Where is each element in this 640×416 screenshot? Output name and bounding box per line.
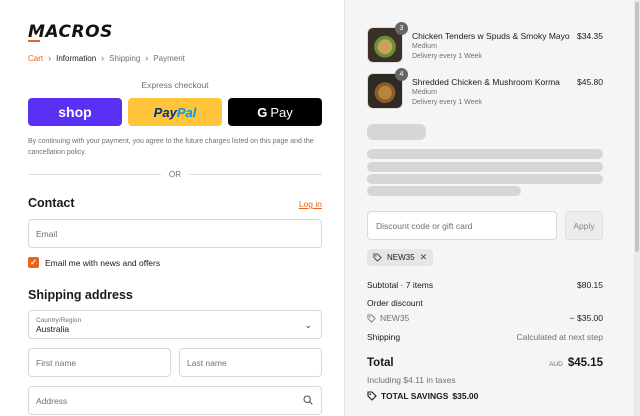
tag-icon	[373, 253, 382, 262]
product-name: Shredded Chicken & Mushroom Korma	[412, 77, 560, 87]
newsletter-checkbox[interactable]: ✓	[28, 257, 39, 268]
remove-discount-icon[interactable]: ✕	[420, 252, 428, 263]
shipping-heading: Shipping address	[28, 288, 133, 302]
contact-heading: Contact	[28, 196, 75, 210]
email-placeholder: Email	[36, 228, 58, 239]
order-discount-label: Order discount	[367, 298, 423, 308]
savings-label: TOTAL SAVINGS	[381, 391, 449, 401]
currency-code: AUD	[549, 361, 563, 368]
google-pay-button[interactable]: G Pay	[228, 98, 322, 126]
subtotal-row: Subtotal · 7 items $80.15	[367, 280, 603, 290]
search-icon	[303, 395, 313, 405]
scrollbar-thumb[interactable]	[635, 2, 639, 252]
total-row: Total AUD $45.15	[367, 357, 603, 369]
logo-accent	[28, 40, 40, 42]
quantity-badge: 4	[395, 68, 408, 81]
chevron-right-icon: ›	[101, 53, 105, 63]
country-label: Country/Region	[36, 316, 82, 324]
country-select[interactable]: Country/Region Australia ⌄	[28, 310, 322, 339]
subtotal-label: Subtotal · 7 items	[367, 280, 434, 290]
loading-placeholder	[367, 174, 603, 184]
order-discount-code-row: NEW35 − $35.00	[367, 313, 603, 323]
chevron-right-icon: ›	[145, 53, 149, 63]
breadcrumb-shipping: Shipping	[109, 53, 141, 63]
google-g-icon: G	[257, 104, 268, 120]
order-discount-code-text: NEW35	[380, 313, 410, 323]
savings-amount: $35.00	[452, 391, 479, 401]
email-field[interactable]: Email	[28, 219, 322, 248]
line-item: 3 Chicken Tenders w Spuds & Smoky Mayo M…	[367, 22, 603, 65]
shipping-row: Shipping Calculated at next step	[367, 332, 603, 342]
tag-icon	[367, 313, 376, 323]
total-amount-group: AUD $45.15	[549, 357, 603, 369]
brand-logo[interactable]: MACROS	[28, 22, 113, 42]
newsletter-option[interactable]: ✓ Email me with news and offers	[28, 257, 160, 268]
product-size: Medium	[412, 43, 437, 50]
breadcrumb-payment: Payment	[153, 53, 185, 63]
paypal-button[interactable]: Pay Pal	[128, 98, 222, 126]
address-field[interactable]: Address	[28, 386, 322, 415]
loading-placeholder	[367, 124, 426, 140]
shop-pay-button[interactable]: shop	[28, 98, 122, 126]
shipping-value: Calculated at next step	[516, 332, 603, 342]
product-delivery: Delivery every 1 Week	[412, 53, 482, 60]
divider-line	[189, 173, 322, 175]
apply-discount-button[interactable]: Apply	[565, 211, 603, 240]
chevron-right-icon: ›	[48, 53, 52, 63]
address-placeholder: Address	[36, 395, 68, 406]
country-value: Australia	[36, 323, 70, 334]
login-link[interactable]: Log in	[299, 199, 322, 209]
or-label: OR	[169, 169, 181, 179]
loading-placeholder	[367, 186, 521, 196]
discount-code: NEW35	[387, 253, 415, 262]
product-price: $34.35	[577, 31, 603, 41]
order-discount-code: NEW35	[367, 313, 409, 323]
checkout-form-panel: MACROS Cart › Information › Shipping › P…	[0, 0, 344, 416]
consent-text: By continuing with your payment, you agr…	[28, 138, 314, 156]
order-discount-row: Order discount	[367, 298, 603, 308]
discount-code-input[interactable]: Discount code or gift card	[367, 211, 557, 240]
total-amount: $45.15	[567, 357, 603, 369]
product-delivery: Delivery every 1 Week	[412, 99, 482, 106]
paypal-label-pal: Pal	[176, 104, 197, 120]
chevron-down-icon: ⌄	[304, 320, 312, 330]
loading-placeholder	[367, 162, 603, 172]
last-name-field[interactable]: Last name	[179, 348, 322, 377]
taxes-row: Including $4.11 in taxes	[367, 375, 603, 385]
order-discount-value: − $35.00	[569, 313, 603, 323]
total-label: Total	[367, 357, 394, 369]
order-summary-panel: 3 Chicken Tenders w Spuds & Smoky Mayo M…	[344, 0, 640, 416]
product-size: Medium	[412, 89, 437, 96]
quantity-badge: 3	[395, 22, 408, 35]
breadcrumb: Cart › Information › Shipping › Payment	[28, 53, 185, 63]
or-divider: OR	[28, 169, 322, 179]
taxes-note: Including $4.11 in taxes	[367, 375, 456, 385]
product-name: Chicken Tenders w Spuds & Smoky Mayo	[412, 31, 570, 41]
discount-placeholder: Discount code or gift card	[376, 220, 473, 231]
applied-discount-chip: NEW35 ✕	[367, 249, 434, 266]
first-name-field[interactable]: First name	[28, 348, 171, 377]
newsletter-label: Email me with news and offers	[45, 257, 161, 268]
breadcrumb-cart[interactable]: Cart	[28, 54, 43, 63]
first-name-placeholder: First name	[36, 357, 77, 368]
breadcrumb-information: Information	[56, 53, 97, 63]
shipping-label: Shipping	[367, 332, 401, 342]
express-checkout-label: Express checkout	[141, 80, 209, 90]
paypal-label-pay: Pay	[153, 104, 177, 120]
last-name-placeholder: Last name	[187, 357, 227, 368]
tag-icon	[367, 391, 377, 401]
shop-pay-label: shop	[58, 104, 92, 120]
subtotal-value: $80.15	[577, 280, 603, 290]
loading-placeholder	[367, 149, 603, 159]
line-item: 4 Shredded Chicken & Mushroom Korma Medi…	[367, 68, 603, 111]
product-price: $45.80	[577, 77, 603, 87]
google-pay-label: Pay	[270, 104, 293, 120]
savings-row: TOTAL SAVINGS $35.00	[367, 391, 603, 401]
divider-line	[28, 173, 161, 175]
